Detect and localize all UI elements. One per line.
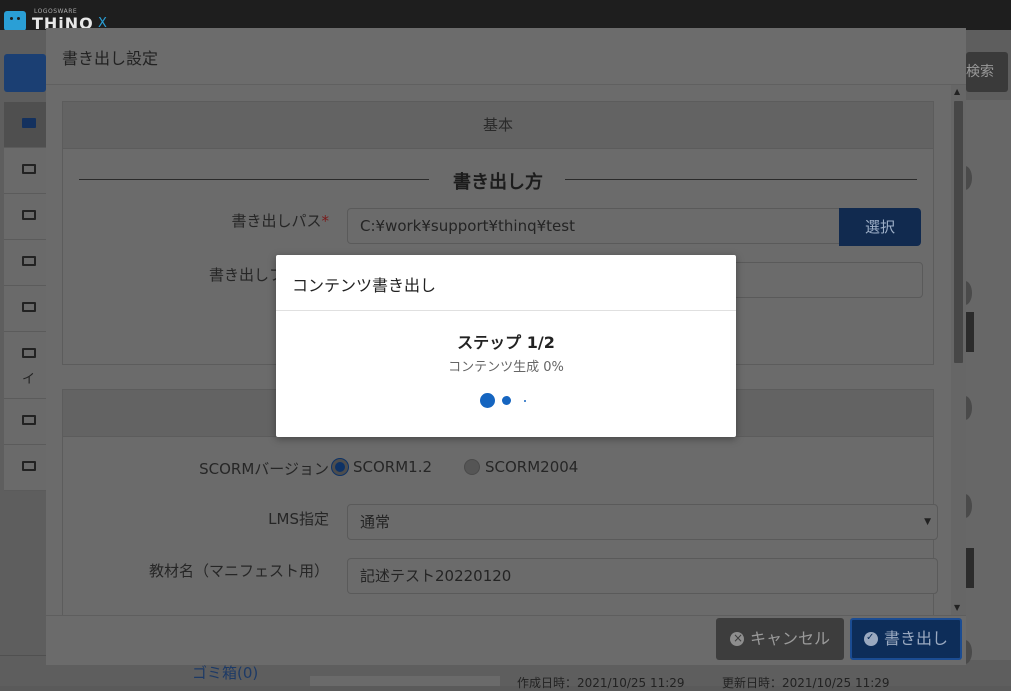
check-icon — [863, 629, 878, 647]
logo-face-icon — [4, 11, 26, 31]
folder-sidebar: イ — [4, 102, 48, 491]
material-name-label: 教材名（マニフェスト用） — [148, 562, 329, 580]
sidebar-folder-item[interactable] — [4, 399, 48, 445]
sidebar-folder-item[interactable] — [4, 286, 48, 332]
lms-selected-value: 通常 — [360, 513, 391, 531]
progress-modal-title: コンテンツ書き出し — [292, 276, 437, 295]
progress-status: コンテンツ生成 0% — [448, 360, 564, 375]
dropdown-arrow-icon: ▼ — [924, 517, 931, 527]
sidebar-folder-item[interactable] — [4, 194, 48, 240]
section-title-export-method: 書き出し方 — [79, 164, 917, 194]
folder-icon — [22, 461, 36, 471]
folder-icon — [22, 302, 36, 312]
scorm-version-radio-group: SCORM1.2 SCORM2004 — [332, 458, 632, 478]
trash-label: ゴミ箱(0) — [192, 664, 259, 682]
progress-modal-header: コンテンツ書き出し — [276, 255, 736, 311]
lms-label: LMS指定 — [268, 510, 329, 528]
section-title-text: 書き出し方 — [453, 172, 543, 193]
export-path-input[interactable]: C:¥work¥support¥thinq¥test — [347, 208, 841, 244]
cancel-button-label: キャンセル — [749, 629, 830, 648]
sidebar-folder-item[interactable] — [4, 240, 48, 286]
folder-icon — [22, 210, 36, 220]
export-path-label: 書き出しパス* — [231, 212, 330, 230]
divider — [565, 179, 917, 180]
scroll-down-icon[interactable]: ▼ — [954, 603, 960, 612]
created-date: 作成日時：2021/10/25 11:29 — [517, 676, 685, 690]
updated-date: 更新日時：2021/10/25 11:29 — [722, 676, 890, 690]
export-button-label: 書き出し — [883, 629, 948, 648]
dialog-title: 書き出し設定 — [62, 49, 159, 68]
radio-scorm2004[interactable]: SCORM2004 — [464, 458, 578, 478]
dialog-footer: キャンセル 書き出し — [46, 615, 966, 665]
folder-icon — [22, 118, 36, 128]
loading-spinner-dot — [524, 400, 526, 402]
radio-selected-icon — [332, 459, 348, 475]
app-header: LOGOSWARE THiNQ X — [0, 0, 1011, 33]
folder-icon — [22, 415, 36, 425]
dialog-header: 書き出し設定 — [46, 28, 966, 85]
scorm-version-label: SCORMバージョン — [199, 460, 329, 478]
folder-icon — [22, 348, 36, 358]
trash-link[interactable]: ゴミ箱(0) — [192, 662, 258, 683]
dialog-scrollbar[interactable]: ▲ ▼ — [951, 85, 966, 615]
cancel-icon — [729, 629, 744, 647]
footer-bar — [310, 676, 500, 686]
cancel-button[interactable]: キャンセル — [716, 618, 844, 660]
radio-label: SCORM2004 — [485, 458, 579, 476]
search-button-label: 検索 — [966, 64, 994, 80]
radio-scorm12[interactable]: SCORM1.2 — [332, 458, 432, 478]
loading-spinner-dot — [480, 393, 495, 408]
export-button[interactable]: 書き出し — [850, 618, 962, 660]
sidebar-folder-item[interactable] — [4, 102, 48, 148]
new-folder-button[interactable] — [4, 54, 46, 92]
sidebar-item-label: イ — [22, 372, 36, 387]
export-progress-modal: コンテンツ書き出し ステップ 1/2 コンテンツ生成 0% — [276, 255, 736, 437]
scroll-up-icon[interactable]: ▲ — [954, 87, 960, 96]
search-button[interactable]: 検索 — [966, 52, 1008, 92]
panel-header-basic: 基本 — [63, 102, 933, 149]
radio-label: SCORM1.2 — [353, 458, 433, 476]
radio-unselected-icon — [464, 459, 480, 475]
sidebar-folder-item[interactable]: イ — [4, 332, 48, 399]
sidebar-folder-item[interactable] — [4, 148, 48, 194]
select-path-button[interactable]: 選択 — [839, 208, 921, 246]
progress-step: ステップ 1/2 — [457, 333, 555, 352]
lms-select[interactable]: 通常 ▼ — [347, 504, 938, 540]
required-mark: * — [321, 212, 330, 230]
sidebar-folder-item[interactable] — [4, 445, 48, 491]
loading-spinner-dot — [502, 396, 511, 405]
folder-icon — [22, 256, 36, 266]
folder-icon — [22, 164, 36, 174]
scrollbar-thumb[interactable] — [954, 101, 963, 363]
material-name-input[interactable]: 記述テスト20220120 — [347, 558, 938, 594]
